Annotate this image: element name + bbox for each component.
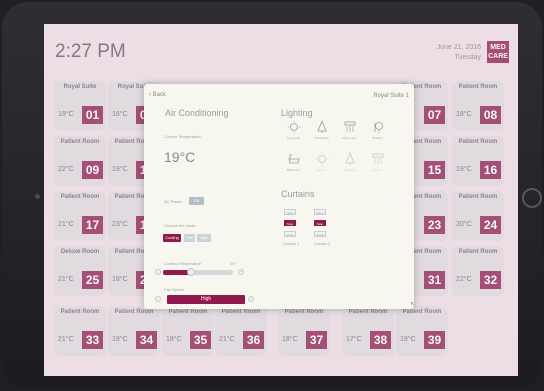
mouse-cursor-icon: ↖ xyxy=(410,300,417,309)
mode-cooling-label: Cooling xyxy=(165,235,179,240)
back-label: Back xyxy=(152,92,167,98)
curtains-title: Curtains xyxy=(281,189,315,199)
light-toggle[interactable]: Cove 2 xyxy=(366,152,389,178)
slider-knob[interactable] xyxy=(187,268,195,276)
fan-speed-label: Fan Speed xyxy=(164,287,184,292)
chandelier-icon xyxy=(310,120,333,134)
curtain-1-close-button[interactable]: Close xyxy=(284,231,296,237)
temp-decrease-button[interactable]: - xyxy=(155,269,161,275)
light-toggle[interactable]: Bathroom xyxy=(282,152,305,178)
light-label: Cove 2 xyxy=(372,168,383,172)
bulb-icon xyxy=(310,152,333,166)
light-label: Cove Light xyxy=(342,136,357,140)
tablet-frame: 2:27 PM June 21, 2016 Tuesday MED CARE R… xyxy=(2,2,542,389)
ac-title: Air Conditioning xyxy=(165,108,229,118)
curtain-2-stop-button[interactable]: Stop xyxy=(314,220,326,226)
cooling-temp-label: Cooling Temperature xyxy=(164,261,202,266)
back-button[interactable]: ‹ Back xyxy=(149,92,166,98)
bracket-icon xyxy=(366,120,389,134)
curtain-1-label: Curtain 1 xyxy=(283,241,300,246)
cove-light-icon xyxy=(338,120,361,134)
current-temp-label: Current Temperature xyxy=(164,134,201,139)
light-label: Spot Light xyxy=(286,136,301,140)
mode-cooling-button[interactable]: Cooling 20° xyxy=(163,234,181,248)
ac-power-label: AC Power xyxy=(164,199,183,204)
light-toggle[interactable]: Chand 2 xyxy=(338,152,361,178)
light-label: Spot 2 xyxy=(317,168,326,172)
temp-increase-button[interactable]: + xyxy=(238,269,244,275)
home-button[interactable] xyxy=(522,188,542,208)
fan-decrease-button[interactable]: - xyxy=(155,296,161,302)
dashboard-screen: 2:27 PM June 21, 2016 Tuesday MED CARE R… xyxy=(44,24,518,376)
bulb-icon xyxy=(282,120,305,134)
curtain-1-open-button[interactable]: Open xyxy=(284,209,296,215)
lighting-title: Lighting xyxy=(281,108,313,118)
light-toggle[interactable]: Spot Light xyxy=(282,120,305,146)
bathtub-icon xyxy=(282,152,305,166)
light-label: Chandelier xyxy=(314,136,329,140)
curtain-2-close-button[interactable]: Close xyxy=(314,231,326,237)
room-control-modal: ‹ Back Royal Suite 1 Air Conditioning Cu… xyxy=(144,84,414,309)
curtain-1-stop-button[interactable]: Stop xyxy=(284,220,296,226)
current-temp: 19°C xyxy=(164,149,196,165)
mode-high-button[interactable]: High xyxy=(197,234,211,242)
light-toggle[interactable]: Bracket xyxy=(366,120,389,146)
light-label: Bathroom xyxy=(286,168,300,172)
light-label: Bracket xyxy=(372,136,383,140)
room-title: Royal Suite 1 xyxy=(373,93,409,99)
mode-label: Choose the mode xyxy=(164,223,196,228)
camera-icon xyxy=(35,194,40,199)
light-toggle[interactable]: Cove Light xyxy=(338,120,361,146)
curtain-2-label: Curtain 2 xyxy=(314,241,331,246)
cove-light-icon xyxy=(366,152,389,166)
mode-fan-button[interactable]: Fan xyxy=(184,234,195,242)
chandelier-icon xyxy=(338,152,361,166)
light-label: Chand 2 xyxy=(343,168,356,172)
ac-power-toggle[interactable]: Off xyxy=(189,197,204,205)
cooling-temp-slider[interactable] xyxy=(163,268,233,276)
fan-speed-bar[interactable]: High xyxy=(167,295,245,304)
mode-cooling-temp: 20° xyxy=(168,243,176,248)
curtain-2-open-button[interactable]: Open xyxy=(314,209,326,215)
cooling-temp-value: 20° xyxy=(230,261,237,266)
light-toggle[interactable]: Spot 2 xyxy=(310,152,333,178)
light-toggle[interactable]: Chandelier xyxy=(310,120,333,146)
fan-increase-button[interactable]: + xyxy=(248,296,254,302)
